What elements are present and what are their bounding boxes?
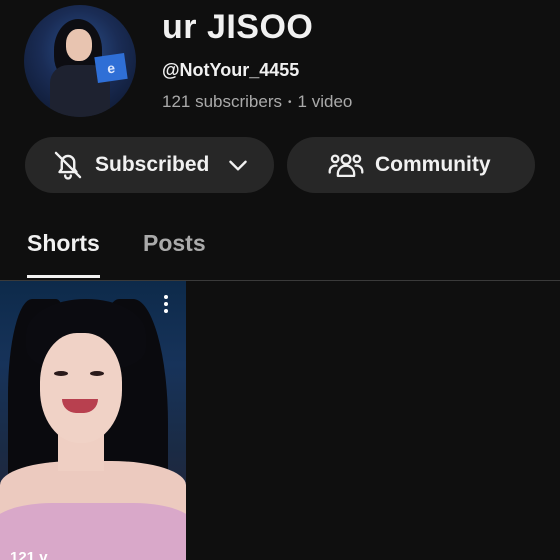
subscribed-label: Subscribed: [95, 153, 210, 176]
avatar-face: [66, 29, 92, 61]
thumbnail-eye-left: [54, 371, 68, 376]
chevron-down-icon: [229, 160, 248, 171]
thumbnail-face: [40, 333, 122, 443]
short-thumbnail[interactable]: 121 v: [0, 281, 186, 560]
channel-avatar[interactable]: e: [24, 5, 136, 117]
channel-stats: 121 subscribers • 1 video: [162, 92, 352, 112]
tab-shorts[interactable]: Shorts: [27, 230, 100, 257]
community-button[interactable]: Community: [287, 137, 535, 193]
community-icon: [328, 154, 364, 178]
bell-off-icon: [54, 151, 82, 180]
tab-posts[interactable]: Posts: [143, 230, 206, 257]
channel-tabs: Shorts Posts: [0, 222, 560, 281]
stats-separator: •: [288, 97, 292, 109]
avatar-sign: e: [94, 53, 128, 83]
subscriber-count: 121 subscribers: [162, 92, 283, 111]
subscribed-button[interactable]: Subscribed: [25, 137, 274, 193]
more-vert-icon[interactable]: [160, 295, 172, 317]
short-view-count: 121 v: [10, 549, 48, 560]
channel-handle: @NotYour_4455: [162, 60, 300, 80]
video-count: 1 video: [297, 92, 353, 111]
active-tab-indicator: [27, 275, 100, 278]
community-label: Community: [375, 153, 491, 176]
thumbnail-eye-right: [90, 371, 104, 376]
channel-title: ur JISOO: [162, 8, 314, 46]
